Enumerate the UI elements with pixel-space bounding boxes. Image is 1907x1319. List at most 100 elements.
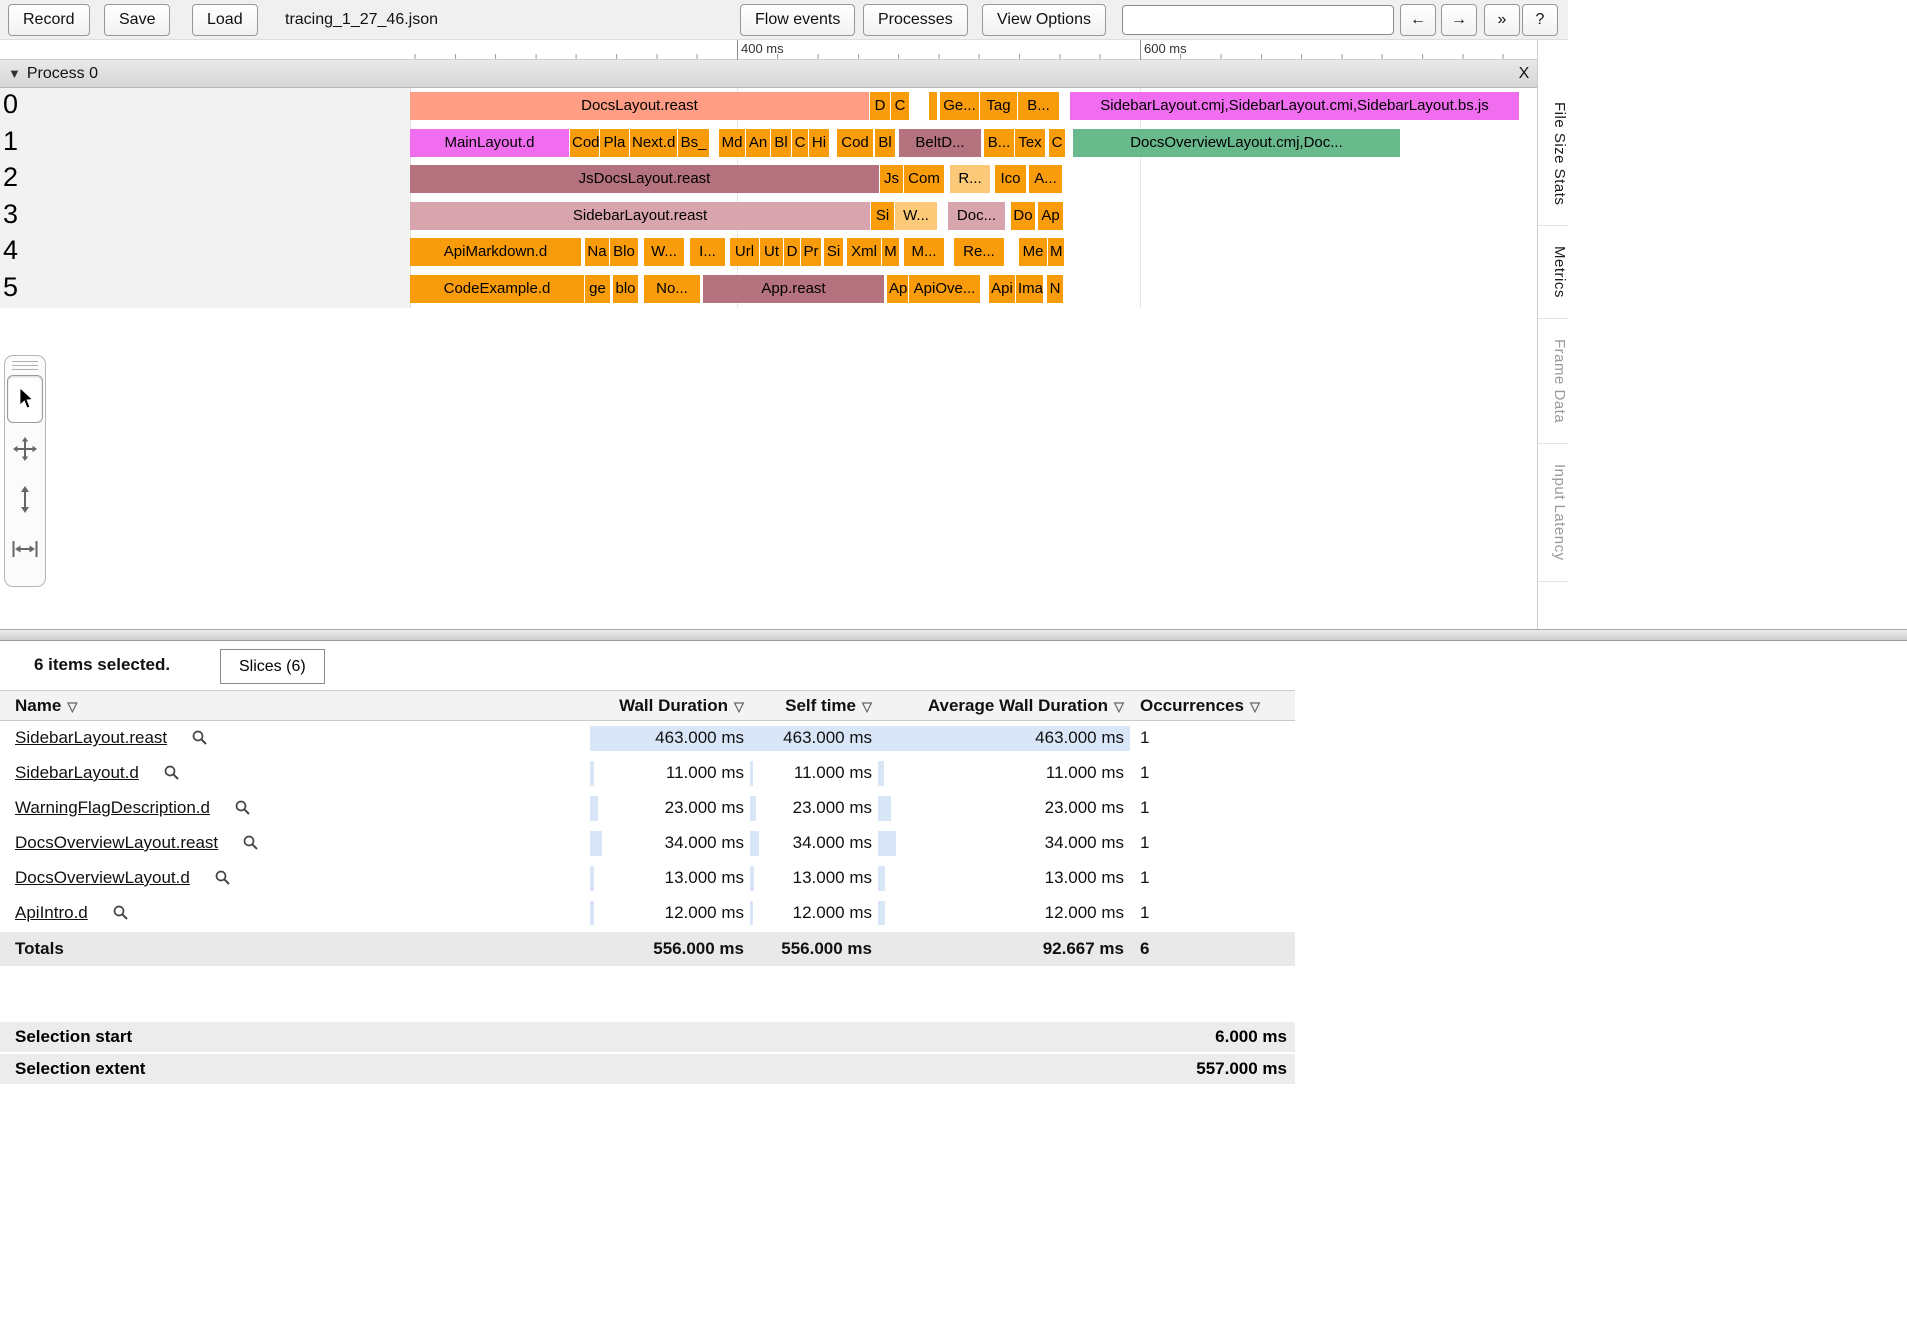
- trace-slice[interactable]: DocsLayout.reast: [410, 92, 869, 120]
- trace-slice[interactable]: Do: [1011, 202, 1035, 230]
- trace-slice[interactable]: Ge...: [940, 92, 979, 120]
- trace-slice[interactable]: Bl: [771, 129, 791, 157]
- trace-slice[interactable]: No...: [644, 275, 700, 303]
- trace-slice[interactable]: Bl: [875, 129, 895, 157]
- zoom-mode-button[interactable]: [7, 475, 43, 523]
- sidebar-tab-metrics[interactable]: Metrics: [1538, 226, 1568, 319]
- trace-slice[interactable]: Hi: [809, 129, 829, 157]
- trace-slice[interactable]: MainLayout.d: [410, 129, 569, 157]
- trace-slice[interactable]: D: [870, 92, 890, 120]
- track-lane[interactable]: SidebarLayout.reastSiW...Doc...DoAp: [410, 202, 1537, 230]
- magnifier-icon[interactable]: [191, 729, 208, 746]
- trace-slice[interactable]: Blo: [610, 238, 638, 266]
- trace-slice[interactable]: Next.d: [630, 129, 677, 157]
- trace-slice[interactable]: R...: [950, 165, 990, 193]
- trace-slice[interactable]: Si: [871, 202, 894, 230]
- trace-slice[interactable]: Api: [989, 275, 1015, 303]
- slice-table-row[interactable]: SidebarLayout.reast463.000 ms463.000 ms4…: [0, 721, 1295, 756]
- track-lane[interactable]: MainLayout.dCodPlaNext.dBs_MdAnBlCHiCodB…: [410, 129, 1537, 157]
- help-button[interactable]: ?: [1522, 4, 1558, 36]
- slice-table-row[interactable]: WarningFlagDescription.d23.000 ms23.000 …: [0, 791, 1295, 826]
- trace-slice[interactable]: A...: [1029, 165, 1062, 193]
- track-lane[interactable]: JsDocsLayout.reastJsComR...IcoA...: [410, 165, 1537, 193]
- selection-mode-button[interactable]: [7, 375, 43, 423]
- trace-slice[interactable]: Cod: [570, 129, 599, 157]
- slice-name-link[interactable]: SidebarLayout.reast: [15, 728, 167, 747]
- trace-slice[interactable]: Si: [824, 238, 843, 266]
- record-button[interactable]: Record: [8, 4, 90, 36]
- trace-slice[interactable]: BeltD...: [899, 129, 981, 157]
- magnifier-icon[interactable]: [112, 904, 129, 921]
- trace-slice[interactable]: Me: [1019, 238, 1047, 266]
- trace-slice[interactable]: Url: [730, 238, 759, 266]
- trace-slice[interactable]: Com: [904, 165, 944, 193]
- timeline-ruler[interactable]: 400 ms600 ms: [0, 40, 1537, 60]
- trace-slice[interactable]: ApiOve...: [909, 275, 980, 303]
- trace-slice[interactable]: Doc...: [948, 202, 1005, 230]
- trace-slice[interactable]: blo: [613, 275, 638, 303]
- timing-mode-button[interactable]: [7, 525, 43, 573]
- trace-slice[interactable]: C: [792, 129, 808, 157]
- track-lane[interactable]: CodeExample.dgebloNo...App.reastApApiOve…: [410, 275, 1537, 303]
- trace-slice[interactable]: B...: [1018, 92, 1059, 120]
- sidebar-tab-input-latency[interactable]: Input Latency: [1538, 444, 1568, 582]
- find-previous-button[interactable]: ←: [1400, 4, 1436, 36]
- trace-slice[interactable]: Tex: [1015, 129, 1045, 157]
- collapse-triangle-icon[interactable]: ▼: [8, 66, 21, 81]
- trace-slice[interactable]: ApiMarkdown.d: [410, 238, 581, 266]
- trace-slice[interactable]: Ima: [1016, 275, 1043, 303]
- load-button[interactable]: Load: [192, 4, 258, 36]
- trace-slice[interactable]: Ut: [760, 238, 783, 266]
- track-lane[interactable]: ApiMarkdown.dNaBloW...I...UrlUtDPrSiXmlM…: [410, 238, 1537, 266]
- trace-slice[interactable]: I...: [690, 238, 725, 266]
- slice-table-row[interactable]: DocsOverviewLayout.d13.000 ms13.000 ms13…: [0, 861, 1295, 896]
- trace-slice[interactable]: DocsOverviewLayout.cmj,Doc...: [1073, 129, 1400, 157]
- slice-name-link[interactable]: ApiIntro.d: [15, 903, 88, 922]
- trace-slice[interactable]: App.reast: [703, 275, 884, 303]
- trace-slice[interactable]: Bs_: [678, 129, 709, 157]
- process-header[interactable]: ▼Process 0 X: [0, 60, 1537, 88]
- trace-slice[interactable]: Re...: [954, 238, 1004, 266]
- trace-slice[interactable]: Pr: [801, 238, 821, 266]
- trace-slice[interactable]: M...: [904, 238, 944, 266]
- save-button[interactable]: Save: [104, 4, 170, 36]
- track-lane[interactable]: DocsLayout.reastDCGe...TagB...SidebarLay…: [410, 92, 1537, 120]
- column-header-occurrences[interactable]: Occurrences▽: [1128, 691, 1295, 721]
- trace-slice[interactable]: CodeExample.d: [410, 275, 584, 303]
- column-header-average-wall-duration[interactable]: Average Wall Duration▽: [876, 691, 1128, 721]
- trace-slice[interactable]: [929, 92, 937, 120]
- sidebar-tab-file-size-stats[interactable]: File Size Stats: [1538, 82, 1568, 226]
- processes-button[interactable]: Processes: [863, 4, 968, 36]
- trace-slice[interactable]: Xml: [847, 238, 881, 266]
- magnifier-icon[interactable]: [242, 834, 259, 851]
- column-header-name[interactable]: Name▽: [0, 691, 588, 721]
- trace-slice[interactable]: JsDocsLayout.reast: [410, 165, 879, 193]
- column-header-wall-duration[interactable]: Wall Duration▽: [588, 691, 748, 721]
- slice-table-row[interactable]: ApiIntro.d12.000 ms12.000 ms12.000 ms1: [0, 896, 1295, 931]
- trace-slice[interactable]: An: [746, 129, 770, 157]
- magnifier-icon[interactable]: [163, 764, 180, 781]
- trace-slice[interactable]: Na: [585, 238, 609, 266]
- trace-slice[interactable]: Cod: [837, 129, 873, 157]
- trace-slice[interactable]: Js: [880, 165, 903, 193]
- find-input[interactable]: [1122, 5, 1394, 35]
- trace-slice[interactable]: Pla: [600, 129, 629, 157]
- process-close-button[interactable]: X: [1512, 60, 1536, 88]
- toolbar-grip-handle[interactable]: [12, 361, 38, 373]
- trace-slice[interactable]: Ico: [995, 165, 1026, 193]
- trace-slice[interactable]: C: [1049, 129, 1065, 157]
- trace-slice[interactable]: B...: [984, 129, 1014, 157]
- slice-name-link[interactable]: DocsOverviewLayout.d: [15, 868, 190, 887]
- trace-slice[interactable]: Md: [719, 129, 745, 157]
- trace-slice[interactable]: D: [784, 238, 800, 266]
- sidebar-tab-frame-data[interactable]: Frame Data: [1538, 319, 1568, 444]
- magnifier-icon[interactable]: [214, 869, 231, 886]
- trace-slice[interactable]: Ap: [1038, 202, 1063, 230]
- find-next-button[interactable]: →: [1441, 4, 1477, 36]
- column-header-self-time[interactable]: Self time▽: [748, 691, 876, 721]
- slice-name-link[interactable]: DocsOverviewLayout.reast: [15, 833, 218, 852]
- slice-name-link[interactable]: SidebarLayout.d: [15, 763, 139, 782]
- trace-slice[interactable]: N: [1047, 275, 1063, 303]
- trace-slice[interactable]: ge: [585, 275, 610, 303]
- trace-slice[interactable]: C: [891, 92, 909, 120]
